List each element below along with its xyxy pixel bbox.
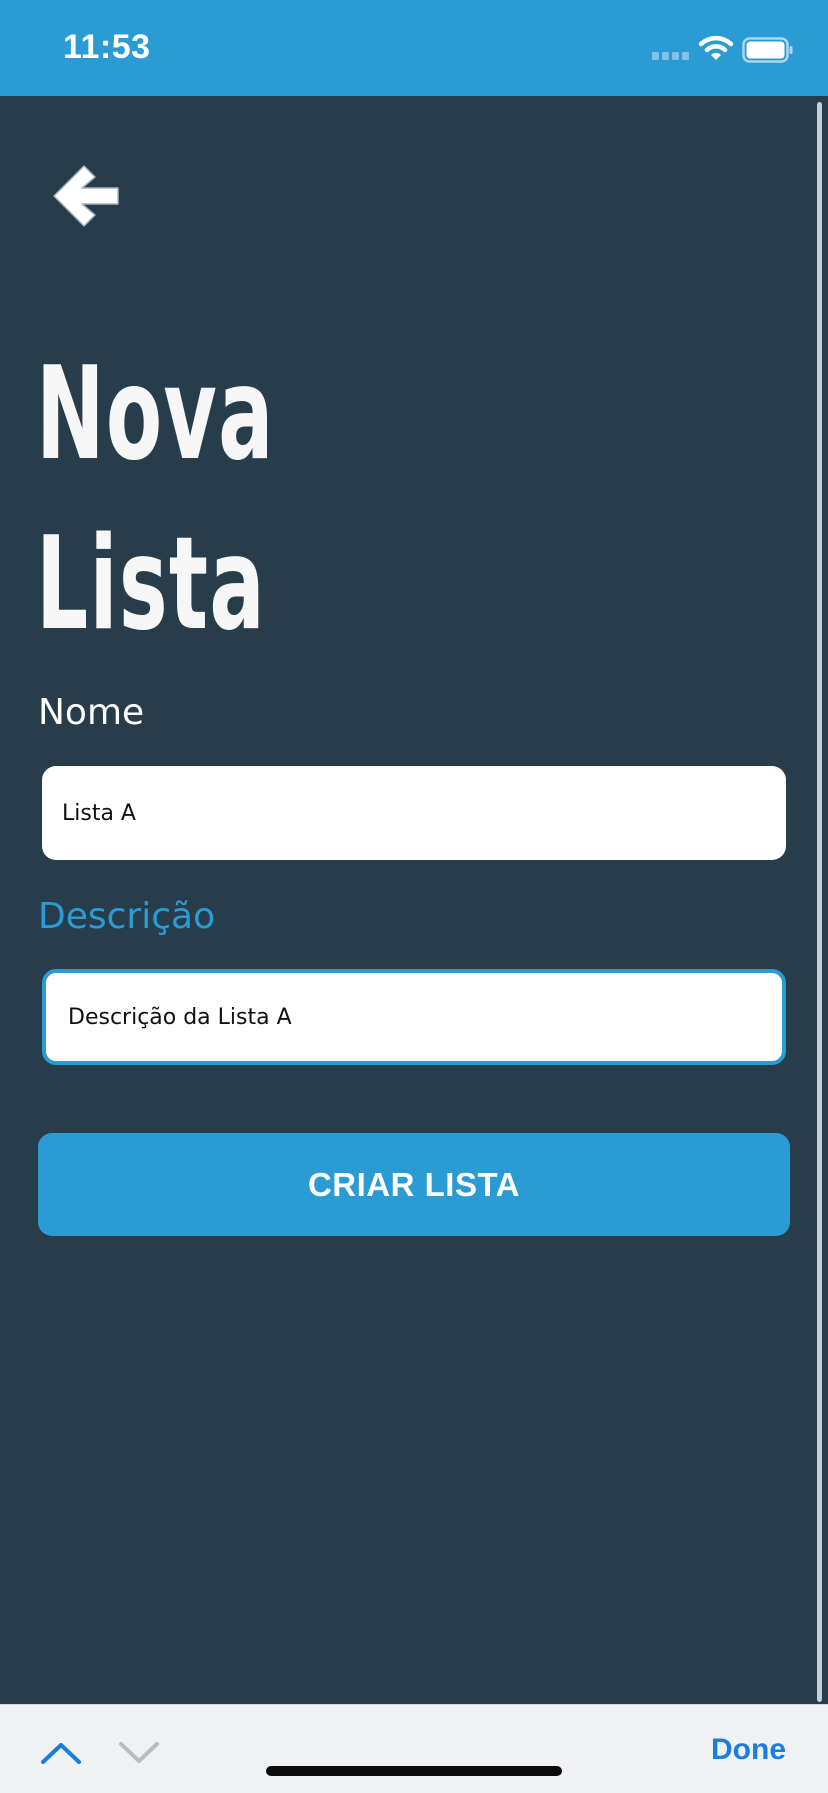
done-button[interactable]: Done (711, 1733, 786, 1767)
back-button[interactable] (50, 160, 130, 232)
wifi-icon (699, 35, 733, 60)
name-input[interactable]: Lista A (42, 766, 786, 860)
home-indicator (266, 1766, 562, 1776)
cellular-signal-icon (652, 52, 689, 60)
status-bar: 11:53 (0, 0, 828, 96)
battery-icon (742, 37, 793, 63)
description-label: Descrição (38, 896, 216, 937)
page-title-line-2: Lista (36, 510, 266, 659)
description-input-value: Descrição da Lista A (68, 1004, 292, 1030)
name-input-value: Lista A (62, 800, 136, 826)
keyboard-toolbar: Done (0, 1704, 828, 1793)
create-list-button[interactable]: CRIAR LISTA (38, 1133, 790, 1236)
scroll-indicator[interactable] (817, 102, 822, 1702)
page-title: Nova Lista (36, 330, 292, 670)
chevron-up-icon[interactable] (40, 1741, 82, 1765)
arrow-left-icon (53, 165, 119, 227)
name-label: Nome (38, 692, 145, 733)
page-title-line-1: Nova (36, 340, 275, 489)
status-time: 11:53 (63, 28, 151, 66)
chevron-down-icon[interactable] (118, 1741, 160, 1765)
description-input[interactable]: Descrição da Lista A (42, 969, 786, 1065)
